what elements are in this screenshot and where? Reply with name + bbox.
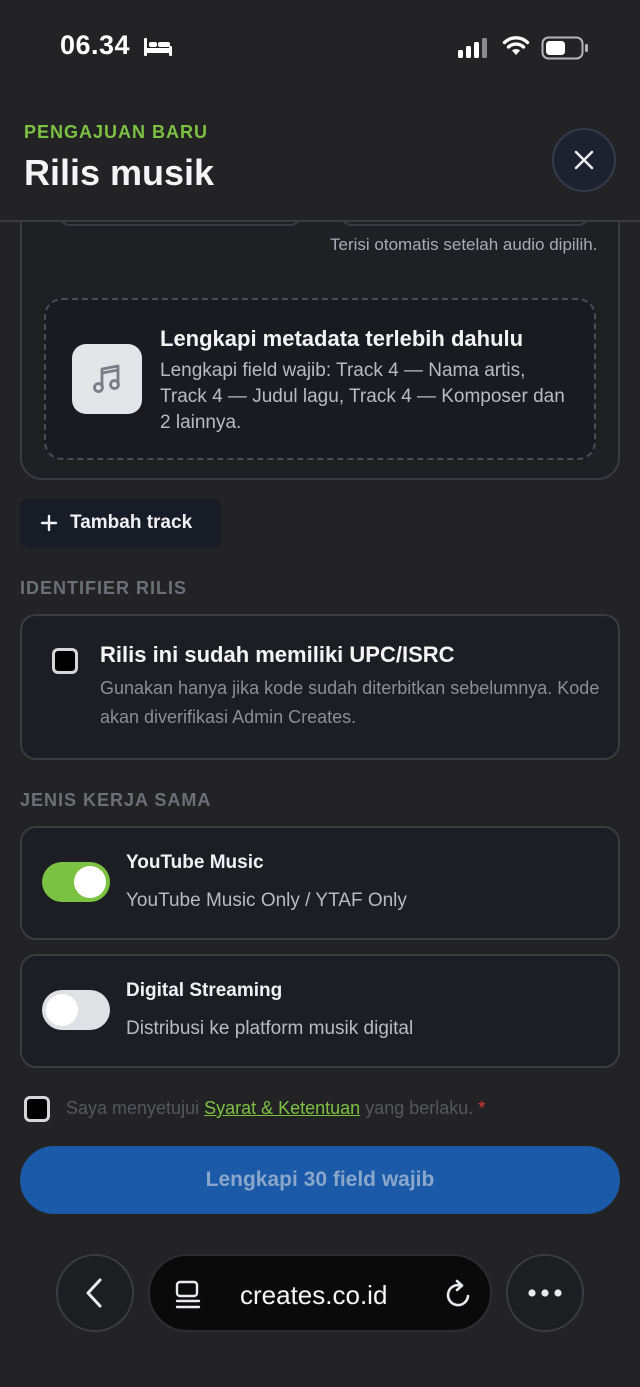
battery-icon: [541, 36, 588, 60]
partnership-option-description: Distribusi ke platform musik digital: [126, 1018, 414, 1039]
upc-isrc-option[interactable]: Rilis ini sudah memiliki UPC/ISRC Gunaka…: [20, 614, 620, 760]
terms-agreement: Saya menyetujui Syarat & Ketentuan yang …: [24, 1096, 624, 1126]
upc-isrc-description: Gunakan hanya jika kode sudah diterbitka…: [100, 678, 600, 727]
partnership-option-description: YouTube Music Only / YTAF Only: [126, 890, 407, 911]
metadata-notice-description: Lengkapi field wajib: Track 4 — Nama art…: [160, 360, 565, 433]
submit-button[interactable]: Lengkapi 30 field wajib: [20, 1146, 620, 1214]
ellipsis-icon: [528, 1289, 562, 1297]
back-button[interactable]: [56, 1254, 134, 1332]
page-title: Rilis musik: [24, 152, 215, 193]
youtube-music-toggle[interactable]: [42, 862, 110, 902]
terms-suffix: yang berlaku.: [360, 1098, 479, 1118]
terms-prefix: Saya menyetujui: [66, 1098, 205, 1118]
track-card: Terisi otomatis setelah audio dipilih. L…: [20, 222, 620, 480]
upc-isrc-title: Rilis ini sudah memiliki UPC/ISRC: [100, 642, 455, 667]
identifier-section-label: IDENTIFIER RILIS: [20, 578, 188, 598]
page-header: PENGAJUAN BARU Rilis musik: [0, 100, 640, 222]
partnership-option-youtube-music[interactable]: YouTube Music YouTube Music Only / YTAF …: [20, 826, 620, 940]
partnership-option-digital-streaming[interactable]: Digital Streaming Distribusi ke platform…: [20, 954, 620, 1068]
field-fragment: [340, 222, 590, 226]
submit-label: Lengkapi 30 field wajib: [205, 1168, 435, 1191]
metadata-notice[interactable]: Lengkapi metadata terlebih dahulu Lengka…: [44, 298, 596, 460]
app-screen: 06.34 PENGAJUAN BARU Rilis musik Terisi …: [0, 0, 640, 1387]
upc-isrc-checkbox[interactable]: [52, 648, 78, 674]
chevron-left-icon: [86, 1278, 102, 1308]
partnership-option-title: YouTube Music: [126, 852, 264, 873]
close-icon: [574, 150, 594, 170]
field-fragment: [58, 222, 302, 226]
browser-toolbar: creates.co.id: [0, 1242, 640, 1387]
music-note-icon: [72, 344, 142, 414]
add-track-button[interactable]: Tambah track: [20, 498, 222, 548]
terms-text: Saya menyetujui Syarat & Ketentuan yang …: [66, 1098, 485, 1119]
partnership-section-label: JENIS KERJA SAMA: [20, 790, 212, 810]
metadata-notice-title: Lengkapi metadata terlebih dahulu: [160, 326, 524, 351]
form-content[interactable]: Terisi otomatis setelah audio dipilih. L…: [0, 222, 640, 1242]
toggle-knob: [46, 994, 78, 1026]
terms-link[interactable]: Syarat & Ketentuan: [204, 1098, 360, 1118]
terms-checkbox[interactable]: [24, 1096, 50, 1122]
page-eyebrow: PENGAJUAN BARU: [24, 122, 209, 142]
wifi-icon: [502, 36, 530, 55]
digital-streaming-toggle[interactable]: [42, 990, 110, 1030]
toggle-knob: [74, 866, 106, 898]
page-menu-icon: [175, 1280, 201, 1309]
status-bar: 06.34: [0, 0, 640, 100]
more-options-button[interactable]: [506, 1254, 584, 1332]
autofill-hint: Terisi otomatis setelah audio dipilih.: [330, 235, 598, 254]
plus-icon: [40, 514, 58, 532]
cellular-signal-icon: [458, 38, 487, 58]
required-mark: *: [478, 1098, 486, 1118]
url-text: creates.co.id: [240, 1280, 388, 1310]
close-button[interactable]: [552, 128, 616, 192]
sleep-focus-icon: [144, 38, 172, 56]
reload-icon[interactable]: [444, 1278, 474, 1310]
status-time: 06.34: [60, 30, 131, 60]
add-track-label: Tambah track: [70, 512, 193, 533]
address-bar[interactable]: creates.co.id: [148, 1254, 492, 1332]
partnership-option-title: Digital Streaming: [126, 980, 283, 1001]
